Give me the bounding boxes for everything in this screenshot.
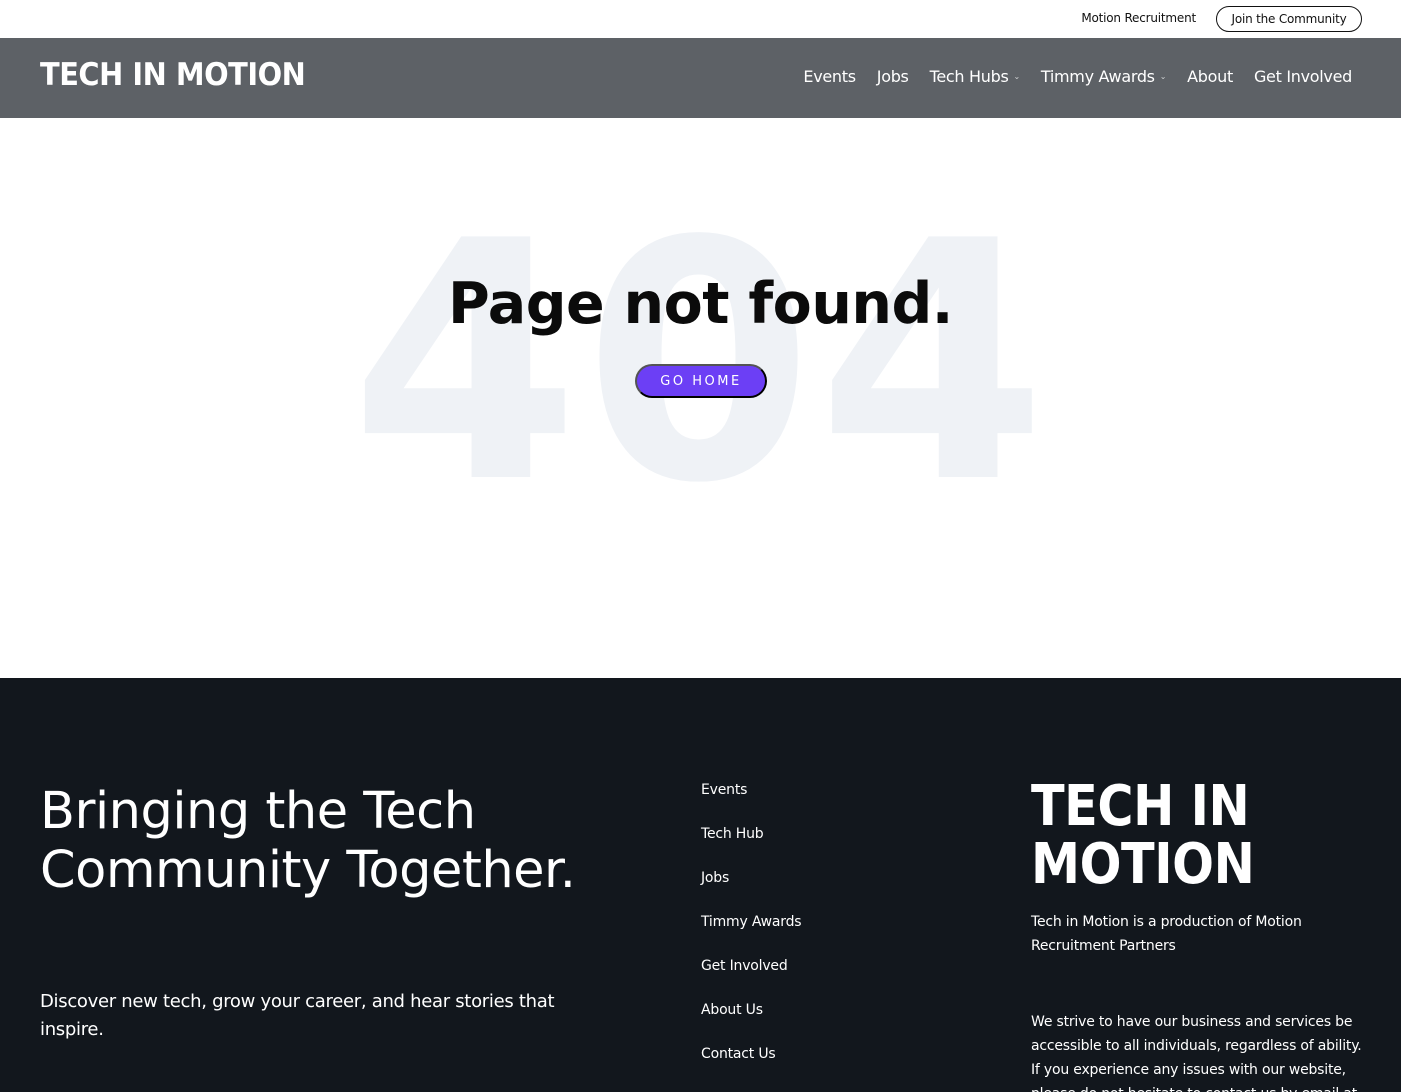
- nav-item-jobs[interactable]: Jobs: [877, 67, 909, 86]
- background-404: 404: [350, 171, 1051, 555]
- footer-logo: TECH IN MOTION: [1031, 774, 1255, 897]
- nav-item-label: Jobs: [876, 67, 909, 86]
- site-logo[interactable]: TECH IN MOTION: [40, 60, 306, 91]
- nav-item-timmy-awards[interactable]: Timmy Awards ⌄: [1040, 67, 1167, 86]
- page-title: Page not found.: [448, 271, 953, 337]
- nav-item-label: Get Involved: [1253, 67, 1352, 86]
- not-found-section: 404 Page not found. GO HOME: [0, 118, 1401, 678]
- footer-link-events[interactable]: Events: [701, 782, 801, 826]
- footer-link-get-involved[interactable]: Get Involved: [701, 958, 801, 1002]
- footer-link-timmy-awards[interactable]: Timmy Awards: [701, 914, 802, 958]
- chevron-down-icon: ⌄: [1013, 72, 1020, 81]
- footer-subtagline: Discover new tech, grow your career, and…: [40, 991, 555, 1040]
- nav-item-label: About: [1187, 67, 1233, 86]
- join-community-button[interactable]: Join the Community: [1216, 6, 1362, 32]
- nav-item-about[interactable]: About: [1187, 67, 1233, 86]
- footer-tagline: Bringing the Tech Community Together.: [40, 782, 576, 900]
- nav-item-label: Timmy Awards: [1040, 67, 1155, 86]
- utility-bar: Motion Recruitment Join the Community: [0, 0, 1401, 38]
- main-nav: TECH IN MOTION Events Jobs Tech Hubs ⌄ Ti…: [0, 38, 1401, 118]
- nav-menu: Events Jobs Tech Hubs ⌄ Timmy Awards ⌄ Abo…: [782, 67, 1352, 86]
- accessibility-note: We strive to have our business and servi…: [1031, 1014, 1362, 1092]
- chevron-down-icon: ⌄: [1159, 72, 1167, 81]
- nav-item-get-involved[interactable]: Get Involved: [1254, 67, 1352, 86]
- footer-link-about-us[interactable]: About Us: [701, 1002, 801, 1046]
- nav-item-label: Events: [803, 67, 856, 86]
- motion-recruitment-link[interactable]: Motion Recruitment: [1081, 11, 1196, 25]
- footer-link-jobs[interactable]: Jobs: [701, 870, 801, 914]
- nav-item-events[interactable]: Events: [803, 67, 856, 86]
- footer: Bringing the Tech Community Together. Di…: [0, 678, 1401, 1092]
- footer-link-tech-hub[interactable]: Tech Hub: [701, 826, 801, 870]
- footer-links: Events Tech Hub Jobs Timmy Awards Get In…: [701, 782, 802, 1090]
- footer-link-contact-us[interactable]: Contact Us: [701, 1046, 801, 1090]
- nav-item-tech-hubs[interactable]: Tech Hubs ⌄: [929, 67, 1021, 86]
- production-note: Tech in Motion is a production of Motion…: [1031, 914, 1302, 954]
- go-home-button[interactable]: GO HOME: [635, 364, 767, 398]
- nav-item-label: Tech Hubs: [929, 67, 1009, 86]
